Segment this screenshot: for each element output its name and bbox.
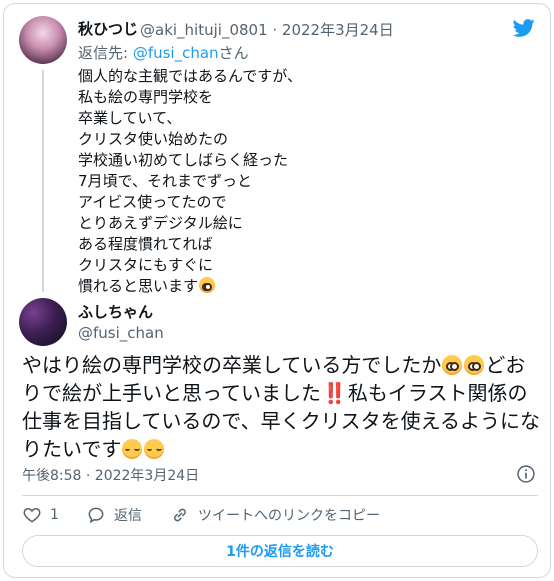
relieved-face-icon: [144, 439, 165, 459]
flushed-face-icon: [199, 277, 216, 293]
heart-icon: [23, 507, 41, 523]
parent-handle-date[interactable]: @aki_hituji_0801 · 2022年3月24日: [140, 19, 394, 40]
parent-author-name[interactable]: 秋ひつじ: [78, 18, 138, 39]
tweet-timestamp[interactable]: 午後8:58 · 2022年3月24日: [22, 465, 199, 485]
info-icon[interactable]: [516, 464, 536, 484]
relieved-face-icon: [122, 439, 143, 459]
reply-to-mention-link[interactable]: @fusi_chan: [133, 44, 219, 62]
reply-to-suffix: さん: [218, 44, 249, 62]
link-icon: [174, 508, 186, 522]
reply-bubble-icon: [88, 507, 104, 524]
copy-link-button[interactable]: ツイートへのリンクをコピー: [170, 504, 380, 526]
like-button[interactable]: 1: [22, 504, 59, 526]
reply-to-line: 返信先: @fusi_chanさん: [78, 42, 249, 63]
embedded-tweet-card: 秋ひつじ @aki_hituji_0801 · 2022年3月24日 返信先: …: [3, 3, 551, 578]
main-author-avatar[interactable]: [19, 298, 67, 346]
parent-tweet-body: 個人的な主観ではあるんですが、 私も絵の専門学校を 卒業していて、 クリスタ使い…: [78, 66, 302, 297]
twitter-bird-icon[interactable]: [511, 17, 537, 39]
main-author-handle[interactable]: @fusi_chan: [78, 324, 164, 342]
read-replies-button[interactable]: 1件の返信を読む: [22, 535, 538, 567]
flushed-face-icon: [464, 355, 485, 375]
like-count: 1: [50, 507, 59, 523]
reply-button[interactable]: 返信: [86, 504, 142, 526]
main-tweet-text: やはり絵の専門学校の卒業している方でしたか どおりで絵が上手いと思っていました‼️…: [22, 351, 542, 463]
parent-author-avatar[interactable]: [19, 16, 67, 64]
double-exclamation-icon: ‼️: [322, 381, 347, 405]
copy-link-label: ツイートへのリンクをコピー: [198, 508, 380, 524]
reply-to-prefix: 返信先:: [78, 44, 133, 62]
thread-connector-line: [42, 70, 44, 292]
reply-label: 返信: [114, 508, 142, 524]
parent-tweet-text: 個人的な主観ではあるんですが、 私も絵の専門学校を 卒業していて、 クリスタ使い…: [78, 67, 302, 295]
flushed-face-icon: [442, 355, 463, 375]
main-author-name[interactable]: ふしちゃん: [78, 301, 153, 322]
main-text-part1: やはり絵の専門学校の卒業している方でしたか: [22, 353, 442, 377]
divider: [22, 495, 538, 496]
